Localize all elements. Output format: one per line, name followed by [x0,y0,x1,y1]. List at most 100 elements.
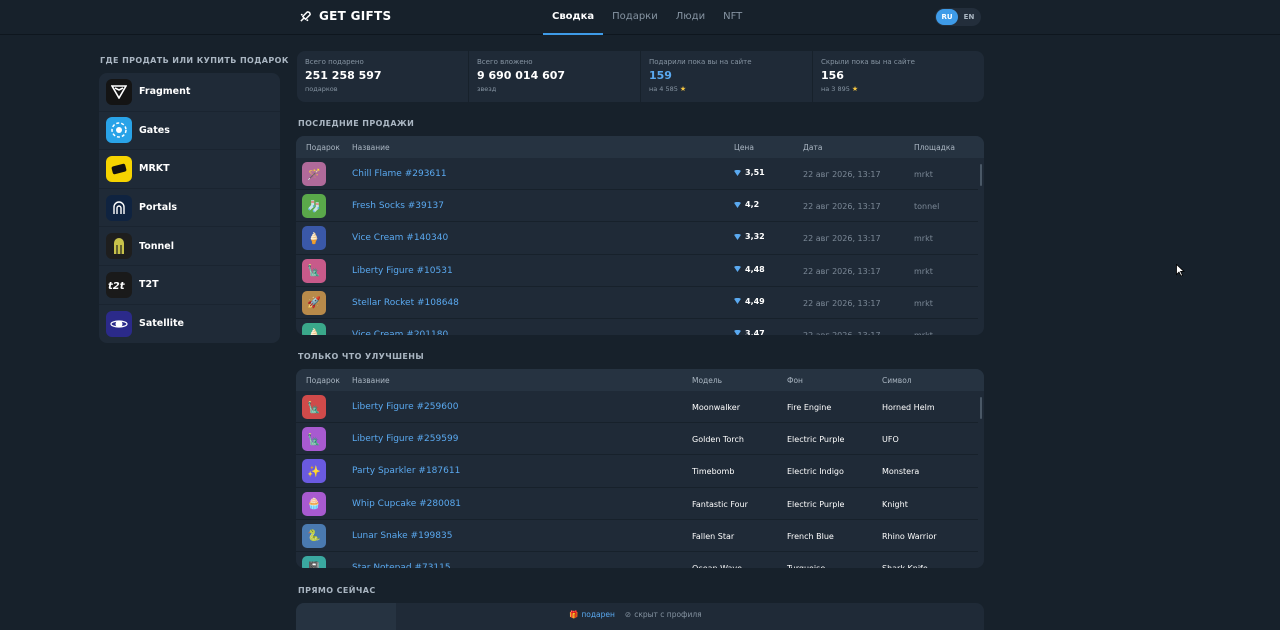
svg-text:t2t: t2t [108,281,126,291]
sidebar-item-fragment[interactable]: Fragment [99,73,280,112]
gift-name-link: Liberty Figure #259600 [352,402,459,412]
sale-date: 22 авг 2026, 13:17 [803,298,881,308]
gift-name-link: Star Notepad #73115 [352,562,451,568]
main-nav: Сводка Подарки Люди NFT [543,0,751,35]
legend-gifted[interactable]: 🎁 подарен [569,610,615,619]
tab-summary[interactable]: Сводка [543,0,604,35]
upgraded-table: Подарок Название Модель Фон Символ 🗽 Libe… [296,369,984,568]
eye-off-icon: ⊘ [624,610,632,619]
sidebar-item-t2t[interactable]: t2t T2T [99,266,280,305]
stat-total-gifted: Всего подарено 251 258 597 подарков [297,51,469,102]
gift-thumbnail[interactable]: 🧁 [302,491,326,516]
legend-hidden[interactable]: ⊘ скрыт с профиля [625,610,702,619]
gift-background: Turquoise [787,564,825,568]
sidebar-item-mrkt[interactable]: MRKT [99,150,280,189]
section-title-upgraded: ТОЛЬКО ЧТО УЛУЧШЕНЫ [298,352,425,361]
table-row[interactable]: 📓 Star Notepad #73115 Ocean Wave Turquoise S… [296,552,978,568]
table-row[interactable]: 🗽 Liberty Figure #259599 Golden Torch Elect… [296,423,978,456]
stat-sub: звезд [477,85,632,93]
table-row[interactable]: 🧦 Fresh Socks #39137 4,2 22 авг 2026, 13:17… [296,190,978,223]
stat-sub: на 4 585 ★ [649,85,804,93]
gift-model: Ocean Wave [692,564,742,568]
gift-model: Moonwalker [692,403,740,412]
fragment-icon [106,78,132,105]
gift-thumbnail[interactable]: 🍦 [302,226,326,251]
gift-model: Fantastic Four [692,499,748,509]
price-value: 4,49 [745,296,765,306]
gift-name-link: Whip Cupcake #280081 [352,498,462,509]
scrollbar[interactable] [980,397,982,419]
scrollbar[interactable] [980,164,982,186]
gift-thumbnail[interactable]: 🪄 [302,162,326,186]
sidebar-item-label: T2T [139,279,159,291]
gift-thumbnail[interactable]: 📓 [302,555,326,568]
stat-sub-text: подарков [305,85,338,93]
now-panel: 🎁 подарен ⊘ скрыт с профиля [296,603,984,630]
stat-value: 159 [649,69,672,82]
price: 4,2 [734,200,759,209]
col-name: Название [352,376,390,385]
stat-sub-text: звезд [477,85,497,93]
gift-thumbnail[interactable]: ✨ [302,459,326,484]
sidebar-item-label: Satellite [139,318,184,330]
marketplace-name: mrkt [914,331,933,335]
sidebar-item-label: Portals [139,202,178,214]
marketplace-list: Fragment Gates MRKT Portals Tonnel t2t T… [99,73,280,343]
stat-sub: подарков [305,85,460,93]
gift-thumbnail[interactable]: 🗽 [302,395,326,419]
logo[interactable]: GET GIFTS [299,9,391,23]
stat-sub-text: на 4 585 [649,85,678,93]
table-row[interactable]: 🚀 Stellar Rocket #108648 4,49 22 авг 2026, … [296,287,978,319]
price-value: 3,32 [745,232,765,242]
table-row[interactable]: 🍦 Vice Cream #201180 3,47 22 авг 2026, 13:1… [296,319,978,335]
table-row[interactable]: 🐍 Lunar Snake #199835 Fallen Star French Bl… [296,520,978,552]
tab-gifts[interactable]: Подарки [603,0,667,35]
table-row[interactable]: 🪄 Chill Flame #293611 3,51 22 авг 2026, 13:… [296,158,978,191]
stat-label: Всего вложено [477,58,533,66]
table-row[interactable]: 🧁 Whip Cupcake #280081 Fantastic Four Elect… [296,488,978,520]
lang-ru-button[interactable]: RU [936,9,958,25]
stats-panel: Всего подарено 251 258 597 подарков Всег… [297,51,984,102]
table-row[interactable]: 🍦 Vice Cream #140340 3,32 22 авг 2026, 13:1… [296,222,978,255]
sidebar-item-tonnel[interactable]: Tonnel [99,227,280,266]
sidebar-item-gates[interactable]: Gates [99,112,280,151]
gift-thumbnail[interactable]: 🚀 [302,290,326,315]
stat-total-invested: Всего вложено 9 690 014 607 звезд [469,51,641,102]
sales-table-body[interactable]: 🪄 Chill Flame #293611 3,51 22 авг 2026, 13:… [296,158,984,335]
ton-diamond-icon [734,298,741,305]
gift-model: Timebomb [692,467,735,477]
upgraded-table-body[interactable]: 🗽 Liberty Figure #259600 Moonwalker Fire En… [296,391,984,568]
gift-background: Electric Purple [787,499,845,509]
gift-thumbnail[interactable]: 🗽 [302,258,326,283]
stat-sub-text: на 3 895 [821,85,850,93]
gift-thumbnail[interactable]: 🍦 [302,322,326,335]
col-model: Модель [692,376,723,385]
col-market: Площадка [914,143,955,152]
tab-people[interactable]: Люди [667,0,714,35]
tonnel-icon [106,233,132,260]
legend-label: скрыт с профиля [634,610,702,619]
gift-thumbnail[interactable]: 🗽 [302,427,326,452]
stat-sub: на 3 895 ★ [821,85,976,93]
table-row[interactable]: ✨ Party Sparkler #187611 Timebomb Electric … [296,455,978,488]
sidebar-item-label: Fragment [139,86,191,98]
tab-nft[interactable]: NFT [714,0,751,35]
ton-diamond-icon [734,233,741,240]
ton-diamond-icon [734,201,741,208]
marketplace-name: mrkt [914,266,933,276]
lang-en-button[interactable]: EN [958,9,980,25]
logo-text: GET GIFTS [319,9,392,23]
sidebar-item-portals[interactable]: Portals [99,189,280,228]
gift-thumbnail[interactable]: 🧦 [302,194,326,219]
gift-name-link: Liberty Figure #259599 [352,434,459,445]
sidebar-title: ГДЕ ПРОДАТЬ ИЛИ КУПИТЬ ПОДАРОК [100,56,289,65]
gift-background: Fire Engine [787,403,832,412]
star-icon: ★ [851,85,859,93]
gift-thumbnail[interactable]: 🐍 [302,523,326,548]
rocket-icon [300,10,311,22]
stat-hidden-session: Скрыли пока вы на сайте 156 на 3 895 ★ [813,51,984,102]
price-value: 3,47 [745,328,765,335]
table-row[interactable]: 🗽 Liberty Figure #10531 4,48 22 авг 2026, 1… [296,255,978,287]
sidebar-item-satellite[interactable]: Satellite [99,305,280,343]
table-row[interactable]: 🗽 Liberty Figure #259600 Moonwalker Fire En… [296,391,978,424]
